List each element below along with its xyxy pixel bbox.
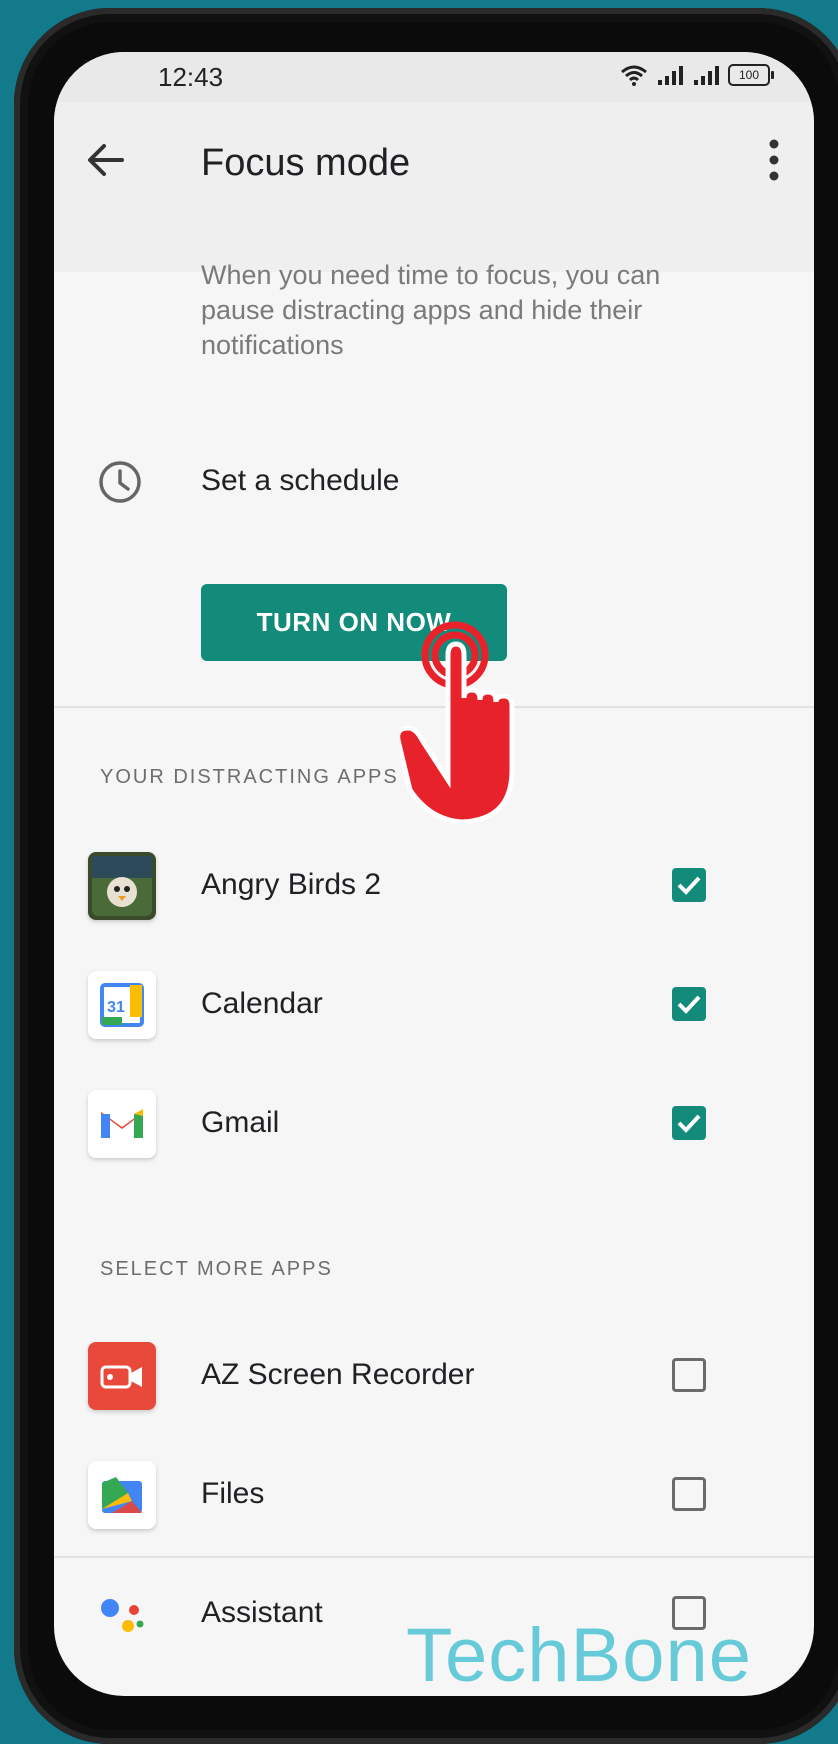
app-bar: Focus mode: [54, 102, 814, 272]
list-item[interactable]: Angry Birds 2: [54, 836, 814, 936]
angry-birds-icon: [92, 856, 152, 916]
distracting-apps-header: YOUR DISTRACTING APPS: [100, 766, 399, 788]
app-name: Gmail: [201, 1106, 280, 1139]
app-name: Files: [201, 1477, 265, 1510]
app-checkbox-unchecked[interactable]: [672, 1477, 706, 1511]
checkmark-icon: [677, 995, 701, 1014]
set-schedule-label: Set a schedule: [201, 464, 400, 497]
back-arrow-icon[interactable]: [82, 136, 130, 184]
techbone-watermark: TechBone: [406, 1613, 753, 1698]
list-item[interactable]: Files: [54, 1445, 814, 1545]
checkmark-icon: [677, 876, 701, 895]
app-name: Calendar: [201, 987, 323, 1020]
phone-screen: 12:43 100 Focus mode When you need time …: [54, 52, 814, 1696]
app-name: AZ Screen Recorder: [201, 1358, 475, 1391]
page-title: Focus mode: [201, 142, 411, 184]
gmail-icon: [88, 1090, 156, 1158]
list-item[interactable]: 31 Calendar: [54, 955, 814, 1055]
wifi-icon: [621, 65, 647, 86]
assistant-icon: [88, 1580, 156, 1648]
divider: [54, 1556, 814, 1558]
list-item[interactable]: Gmail: [54, 1074, 814, 1174]
angry-birds-icon: [88, 852, 156, 920]
more-options-icon[interactable]: [764, 138, 784, 182]
app-checkbox-checked[interactable]: [672, 868, 706, 902]
files-icon: [88, 1461, 156, 1529]
signal-icon: [694, 66, 719, 85]
set-schedule-row[interactable]: Set a schedule: [54, 442, 814, 522]
checkmark-icon: [677, 1114, 701, 1133]
focus-mode-description: When you need time to focus, you can pau…: [201, 260, 661, 360]
az-screen-recorder-icon: [88, 1342, 156, 1410]
status-bar: 12:43 100: [54, 52, 814, 102]
status-icons: 100: [620, 64, 774, 86]
list-item[interactable]: AZ Screen Recorder: [54, 1326, 814, 1426]
clock-icon: [99, 461, 141, 503]
app-name: Angry Birds 2: [201, 868, 382, 901]
calendar-icon-number: 31: [107, 999, 125, 1016]
select-more-apps-header: SELECT MORE APPS: [100, 1258, 333, 1280]
calendar-icon: 31: [88, 971, 156, 1039]
app-checkbox-checked[interactable]: [672, 987, 706, 1021]
app-name: Assistant: [201, 1596, 323, 1629]
app-checkbox-checked[interactable]: [672, 1106, 706, 1140]
pointer-hand-icon: [400, 621, 515, 825]
app-checkbox-unchecked[interactable]: [672, 1358, 706, 1392]
status-time: 12:43: [158, 62, 224, 92]
signal-icon: [658, 66, 683, 85]
battery-icon: 100: [728, 64, 774, 86]
